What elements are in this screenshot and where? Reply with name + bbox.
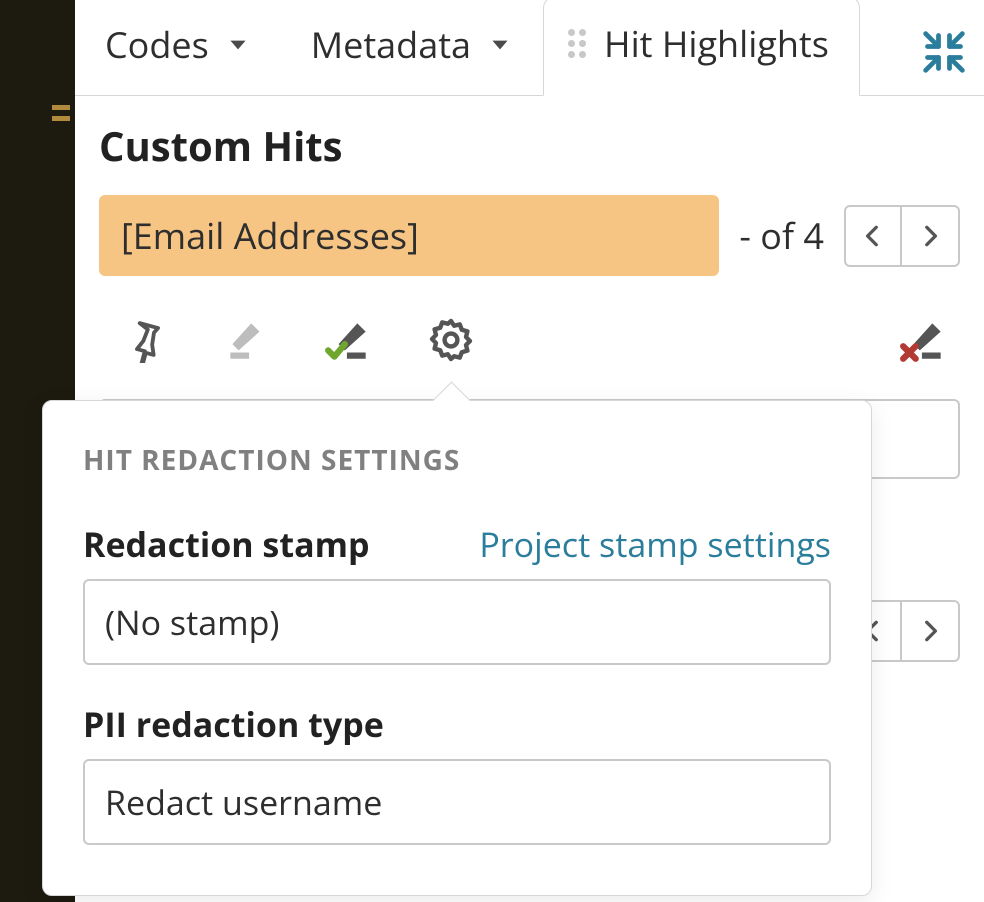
panel-tabs: Codes Metadata Hit Highlights [75,0,984,96]
highlighter-icon [222,315,272,365]
redaction-stamp-select[interactable]: (No stamp) [83,579,831,665]
hit-chip[interactable]: [Email Addresses] [99,195,719,276]
chevron-right-icon [917,223,943,249]
chevron-left-icon [860,223,886,249]
chevron-down-icon [225,32,251,58]
sidebar-resize-handle[interactable] [52,104,70,122]
chevron-down-icon [487,32,513,58]
pin-icon [122,317,168,363]
bg-next-button[interactable] [902,600,960,662]
hit-count: - of 4 [739,211,824,260]
settings-button[interactable] [423,312,479,368]
hit-toolbar [99,308,960,386]
pin-button[interactable] [117,312,173,368]
hit-chip-label: [Email Addresses] [121,211,419,260]
remove-highlight-button[interactable] [896,312,952,368]
tab-hit-highlights-label: Hit Highlights [604,19,829,68]
hit-pager [844,205,960,267]
highlight-button[interactable] [219,312,275,368]
redaction-stamp-label: Redaction stamp [83,521,370,567]
project-stamp-settings-link[interactable]: Project stamp settings [479,521,831,567]
next-hit-button[interactable] [902,205,960,267]
panel-title: Custom Hits [99,118,960,173]
prev-hit-button[interactable] [844,205,902,267]
collapse-icon [922,30,966,74]
collapse-panel-button[interactable] [914,22,974,82]
drag-handle-icon[interactable] [566,29,588,59]
pii-redaction-type-value: Redact username [105,779,382,825]
pii-redaction-type-select[interactable]: Redact username [83,759,831,845]
tab-codes[interactable]: Codes [75,0,281,95]
apply-highlight-button[interactable] [321,312,377,368]
popover-header: HIT REDACTION SETTINGS [83,441,831,479]
tab-metadata[interactable]: Metadata [281,0,543,95]
redaction-stamp-value: (No stamp) [105,599,279,645]
highlighter-remove-icon [899,315,949,365]
tab-metadata-label: Metadata [311,20,471,69]
tab-codes-label: Codes [105,20,209,69]
tab-hit-highlights[interactable]: Hit Highlights [543,0,860,96]
highlighter-check-icon [324,315,374,365]
pii-redaction-type-label: PII redaction type [83,701,384,747]
hit-highlights-panel: Custom Hits [Email Addresses] - of 4 [75,96,984,386]
gear-icon [427,316,475,364]
hit-redaction-settings-popover: HIT REDACTION SETTINGS Redaction stamp P… [42,400,872,896]
hit-navigator: [Email Addresses] - of 4 [99,195,960,276]
